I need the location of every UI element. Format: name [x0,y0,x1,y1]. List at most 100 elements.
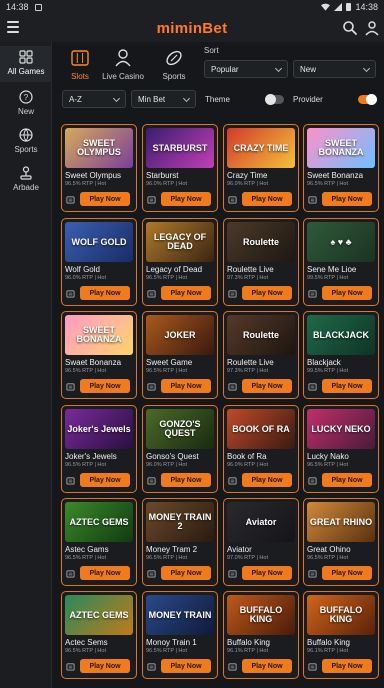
game-thumbnail[interactable]: AZTEC GEMS [65,502,133,542]
play-now-button[interactable]: Play Now [161,192,211,206]
game-thumbnail[interactable]: BUFFALO KING [227,595,295,635]
game-type-icon [228,290,237,298]
game-card[interactable]: LEGACY OF DEAD Legacy of Dead 96.5% RTP | … [142,218,218,306]
sidebar-item-arcade[interactable]: Arbade [0,162,52,198]
play-now-button[interactable]: Play Now [80,192,130,206]
game-card[interactable]: SWEET BONANZA Swaet Bonanza 96.5% RTP | Ho… [61,311,137,399]
game-card[interactable]: LUCKY NEKO Lucky Nako 96.5% RTP | Hot Play … [303,405,379,493]
game-card[interactable]: SWEET OLYMPUS Sweet Olympus 96.5% RTP | Ho… [61,124,137,212]
sidebar-item-new[interactable]: ? New [0,86,52,122]
search-icon[interactable] [342,20,358,36]
sidebar-item-sports[interactable]: Sports [0,124,52,160]
play-now-button[interactable]: Play Now [161,286,211,300]
theme-toggle[interactable] [265,94,284,105]
game-card[interactable]: AZTEC GEMS Astec Gams 96.5% RTP | Hot Play … [61,498,137,586]
play-now-button[interactable]: Play Now [242,192,292,206]
game-thumbnail[interactable]: WOLF GOLD [65,222,133,262]
game-type-icon [308,383,317,391]
play-now-button[interactable]: Play Now [322,659,372,673]
game-thumbnail[interactable]: BOOK OF RA [227,409,295,449]
game-card[interactable]: JOKER Sweet Game 96.5% RTP | Hot Play Now [142,311,218,399]
game-card[interactable]: AZTEC GEMS Actec Sems 96.5% RTP | Hot Play … [61,591,137,679]
play-now-button[interactable]: Play Now [80,473,130,487]
sort-select-secondary[interactable]: New [293,60,376,78]
game-card[interactable]: Joker's Jewels Joker's Jewels 96.5% RTP | … [61,405,137,493]
game-thumbnail[interactable]: LUCKY NEKO [307,409,375,449]
play-now-button[interactable]: Play Now [322,473,372,487]
game-card[interactable]: BUFFALO KING Buffalo King 96.1% RTP | Hot P… [303,591,379,679]
game-thumbnail[interactable]: GREAT RHINO [307,502,375,542]
game-thumbnail[interactable]: MONEY TRAIN 2 [146,502,214,542]
game-type-icon [147,663,156,671]
play-now-button[interactable]: Play Now [80,659,130,673]
game-card[interactable]: MONEY TRAIN Monoy Train 1 96.5% RTP | Hot P… [142,591,218,679]
play-now-button[interactable]: Play Now [322,286,372,300]
play-now-button[interactable]: Play Now [80,286,130,300]
game-thumbnail[interactable]: BUFFALO KING [307,595,375,635]
game-card[interactable]: Aviator Aviator 97.0% RTP | Hot Play Now [223,498,299,586]
game-thumbnail[interactable]: Roulette [227,222,295,262]
min-bet-select[interactable]: Min Bet [131,90,196,108]
play-now-button[interactable]: Play Now [322,379,372,393]
az-select[interactable]: A-Z [62,90,126,108]
game-card[interactable]: BUFFALO KING Buffalo King 96.1% RTP | Hot P… [223,591,299,679]
game-thumbnail[interactable]: MONEY TRAIN [146,595,214,635]
game-meta: 96.5% RTP | Hot [146,275,187,281]
game-type-icon [228,570,237,578]
game-card[interactable]: GONZO'S QUEST Gonso's Quest 96.0% RTP | Ho… [142,405,218,493]
game-card[interactable]: GREAT RHINO Great Ohino 96.5% RTP | Hot Pla… [303,498,379,586]
game-thumbnail[interactable]: GONZO'S QUEST [146,409,214,449]
game-thumbnail[interactable]: ♠ ♥ ♣ [307,222,375,262]
game-thumbnail[interactable]: AZTEC GEMS [65,595,133,635]
play-now-button[interactable]: Play Now [242,379,292,393]
game-thumbnail[interactable]: SWEET BONANZA [307,128,375,168]
game-title: Legacy of Dead [146,265,203,274]
game-card[interactable]: BOOK OF RA Book of Ra 96.0% RTP | Hot Play … [223,405,299,493]
play-now-button[interactable]: Play Now [161,659,211,673]
user-icon[interactable] [364,20,380,36]
play-now-button[interactable]: Play Now [322,566,372,580]
sort-select-primary[interactable]: Popular [204,60,288,78]
game-card[interactable]: STARBURST Starburst 96.0% RTP | Hot Play No… [142,124,218,212]
sidebar-label: All Games [7,67,45,76]
play-now-button[interactable]: Play Now [242,566,292,580]
game-thumbnail[interactable]: Aviator [227,502,295,542]
category-sports[interactable]: Sports [146,48,202,81]
sidebar-item-all-games[interactable]: All Games [0,46,52,82]
play-now-button[interactable]: Play Now [242,286,292,300]
game-card[interactable]: SWEET BONANZA Sweet Bonanza 96.5% RTP | Ho… [303,124,379,212]
play-now-button[interactable]: Play Now [322,192,372,206]
game-thumbnail[interactable]: SWEET OLYMPUS [65,128,133,168]
game-card[interactable]: Roulette Roulette Live 97.3% RTP | Hot Play… [223,218,299,306]
game-thumbnail[interactable]: JOKER [146,315,214,355]
sidebar-label: Arbade [13,183,39,192]
play-now-button[interactable]: Play Now [80,566,130,580]
game-type-icon [66,290,75,298]
game-meta: 96.5% RTP | Hot [65,368,106,374]
game-card[interactable]: ♠ ♥ ♣ Sene Me Lioe 99.5% RTP | Hot Play Now [303,218,379,306]
play-now-button[interactable]: Play Now [161,473,211,487]
game-card[interactable]: CRAZY TIME Crazy Time 96.0% RTP | Hot Play … [223,124,299,212]
play-now-button[interactable]: Play Now [242,473,292,487]
menu-icon[interactable] [7,21,19,33]
game-thumbnail[interactable]: LEGACY OF DEAD [146,222,214,262]
game-title: Great Ohino [307,545,351,554]
game-thumbnail[interactable]: Roulette [227,315,295,355]
game-card[interactable]: Roulette Roulette Live 97.3% RTP | Hot Play… [223,311,299,399]
play-now-button[interactable]: Play Now [161,379,211,393]
game-thumbnail[interactable]: STARBURST [146,128,214,168]
category-live-casino[interactable]: Live Casino [95,48,151,81]
game-card[interactable]: BLACKJACK Blackjack 99.5% RTP | Hot Play No… [303,311,379,399]
game-card[interactable]: MONEY TRAIN 2 Money Tram 2 96.5% RTP | Hot… [142,498,218,586]
game-thumbnail[interactable]: CRAZY TIME [227,128,295,168]
play-now-button[interactable]: Play Now [242,659,292,673]
game-thumbnail[interactable]: BLACKJACK [307,315,375,355]
provider-toggle[interactable] [358,94,377,105]
play-now-button[interactable]: Play Now [161,566,211,580]
play-now-button[interactable]: Play Now [80,379,130,393]
game-thumbnail[interactable]: Joker's Jewels [65,409,133,449]
game-thumbnail[interactable]: SWEET BONANZA [65,315,133,355]
game-title: Buffalo King [307,638,350,647]
game-card[interactable]: WOLF GOLD Wolf Gold 96.0% RTP | Hot Play No… [61,218,137,306]
status-time-right: 14:38 [355,2,378,12]
